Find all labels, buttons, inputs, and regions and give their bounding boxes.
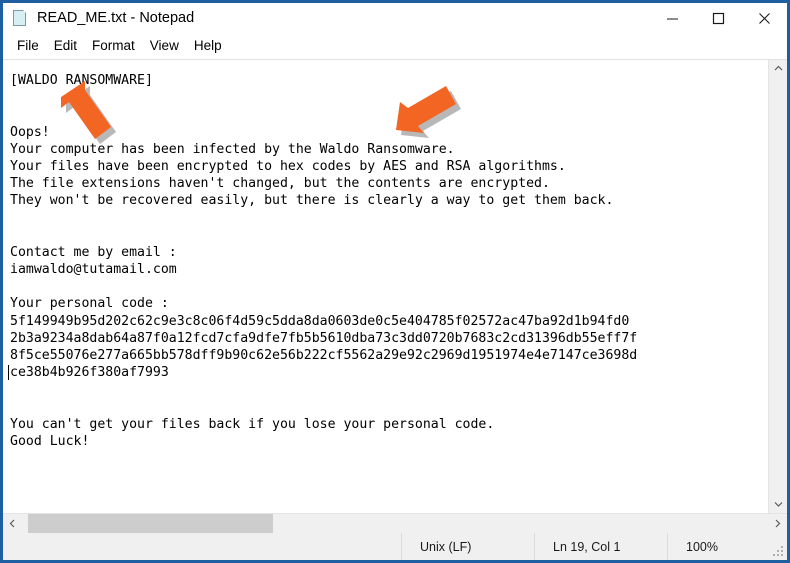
text-line: The file extensions haven't changed, but… xyxy=(10,176,550,192)
menu-bar: File Edit Format View Help xyxy=(3,33,787,59)
text-editor[interactable]: [WALDO RANSOMWARE] Oops! Your computer h… xyxy=(3,60,768,513)
text-line xyxy=(10,278,768,295)
horizontal-scrollbar-track[interactable] xyxy=(22,514,768,533)
window-controls xyxy=(649,3,787,33)
title-bar-left: READ_ME.txt - Notepad xyxy=(3,9,194,27)
editor-row: [WALDO RANSOMWARE] Oops! Your computer h… xyxy=(3,59,787,513)
close-icon xyxy=(758,12,770,24)
personal-code-line: ce38b4b926f380af7993 xyxy=(8,364,768,381)
status-cursor-position: Ln 19, Col 1 xyxy=(534,533,667,560)
title-bar: READ_ME.txt - Notepad xyxy=(3,3,787,33)
maximize-button[interactable] xyxy=(695,3,741,33)
status-bar-spacer xyxy=(3,533,401,560)
scroll-down-arrow[interactable] xyxy=(769,496,787,513)
text-line xyxy=(10,106,768,123)
text-line: Contact me by email : xyxy=(10,244,177,260)
status-bar: Unix (LF) Ln 19, Col 1 100% xyxy=(3,533,787,560)
notepad-window: READ_ME.txt - Notepad File Edit Format V… xyxy=(0,0,790,563)
vertical-scrollbar[interactable] xyxy=(768,60,787,513)
personal-code-text: ce38b4b926f380af7993 xyxy=(10,365,169,381)
text-line xyxy=(10,210,768,227)
text-line: Your personal code : xyxy=(10,296,169,312)
text-caret xyxy=(8,365,9,381)
text-line xyxy=(10,227,768,244)
menu-item-view[interactable]: View xyxy=(143,35,186,57)
personal-code-line: 5f149949b95d202c62c9e3c8c06f4d59c5dda8da… xyxy=(10,313,630,329)
menu-item-file[interactable]: File xyxy=(10,35,46,57)
minimize-button[interactable] xyxy=(649,3,695,33)
vertical-scrollbar-track[interactable] xyxy=(769,77,787,496)
minimize-icon xyxy=(666,18,678,19)
scroll-right-arrow[interactable] xyxy=(768,514,787,533)
text-line xyxy=(10,399,768,416)
editor-area: [WALDO RANSOMWARE] Oops! Your computer h… xyxy=(3,59,787,533)
menu-item-format[interactable]: Format xyxy=(85,35,142,57)
text-line: [WALDO RANSOMWARE] xyxy=(10,73,153,88)
personal-code-line: 8f5ce55076e277a665bb578dff9b90c62e56b222… xyxy=(10,348,638,363)
notepad-document-icon xyxy=(12,9,29,27)
status-line-ending: Unix (LF) xyxy=(401,533,534,560)
text-line xyxy=(10,381,768,398)
text-line xyxy=(10,89,768,106)
email-line: iamwaldo@tutamail.com xyxy=(10,262,177,278)
scroll-left-arrow[interactable] xyxy=(3,514,22,533)
text-line: Good Luck! xyxy=(10,433,90,449)
text-line: Your files have been encrypted to hex co… xyxy=(10,158,566,174)
status-zoom-level: 100% xyxy=(667,533,787,560)
text-line: Oops! xyxy=(10,124,50,140)
scroll-up-arrow[interactable] xyxy=(769,60,787,77)
close-button[interactable] xyxy=(741,3,787,33)
text-line: You can't get your files back if you los… xyxy=(10,416,495,432)
horizontal-scrollbar[interactable] xyxy=(3,513,787,533)
horizontal-scrollbar-thumb[interactable] xyxy=(28,514,273,533)
window-title: READ_ME.txt - Notepad xyxy=(37,10,195,26)
resize-grip[interactable] xyxy=(773,546,783,556)
menu-item-help[interactable]: Help xyxy=(187,35,229,57)
personal-code-line: 2b3a9234a8dab64a87f0a12fcd7cfa9dfe7fb5b5… xyxy=(10,330,638,346)
maximize-icon xyxy=(712,12,724,24)
menu-item-edit[interactable]: Edit xyxy=(47,35,84,57)
text-line: They won't be recovered easily, but ther… xyxy=(10,193,614,209)
text-line: Your computer has been infected by the W… xyxy=(10,141,455,157)
